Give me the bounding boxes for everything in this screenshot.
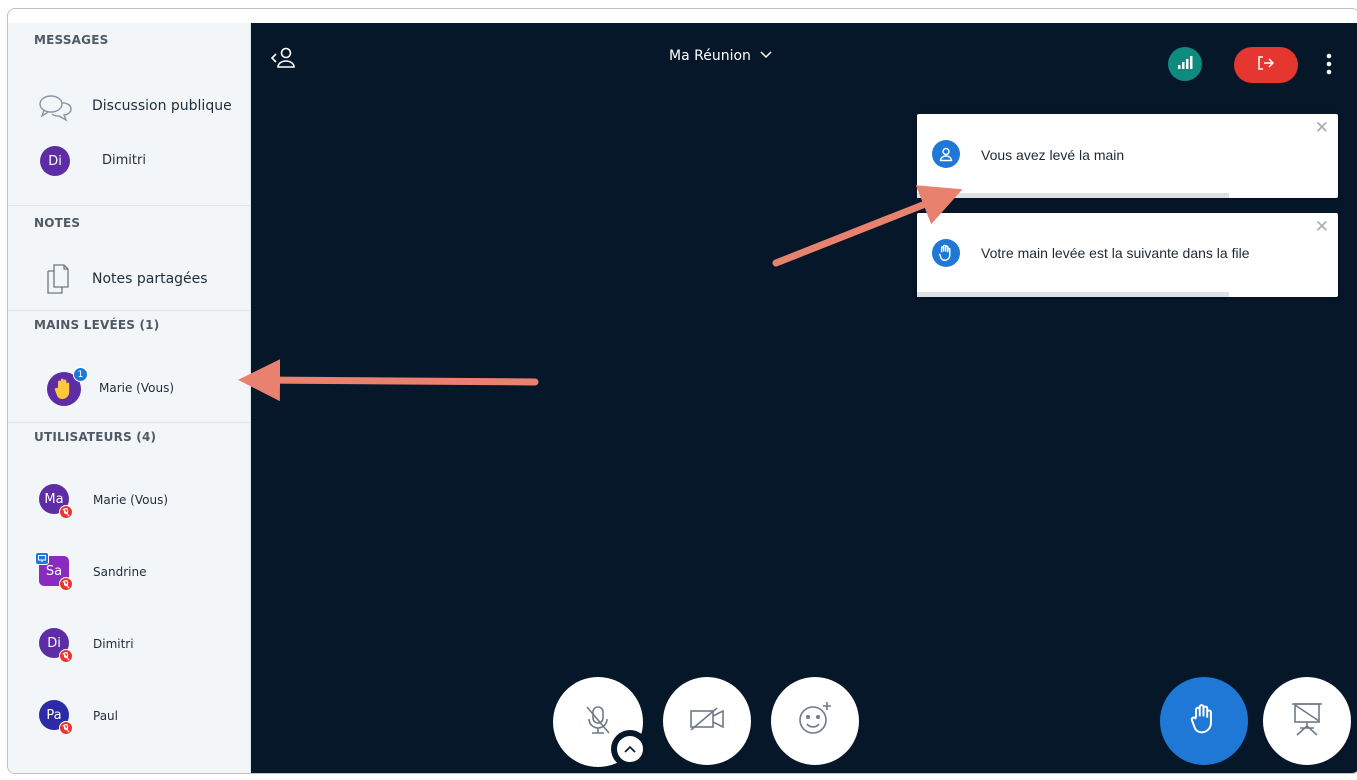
camera-button[interactable] <box>663 677 751 765</box>
section-title-raised-hands: MAINS LEVÉES (1) <box>34 318 160 332</box>
sidebar: MESSAGES Discussion publique Di Dimitri … <box>8 23 251 773</box>
toast-message: Votre main levée est la suivante dans la… <box>981 245 1250 261</box>
toast-message: Vous avez levé la main <box>981 147 1125 163</box>
user-list-item[interactable]: Pa Paul <box>8 691 251 743</box>
user-list-item[interactable]: Di Dimitri <box>8 619 251 671</box>
mic-muted-icon <box>59 577 73 591</box>
section-title-notes: NOTES <box>34 216 81 230</box>
sidebar-item-label: Notes partagées <box>92 271 208 287</box>
raised-hand-icon <box>932 239 960 267</box>
toast-progress <box>917 193 1229 198</box>
chevron-up-icon <box>615 734 645 764</box>
sidebar-item-raised-hand-marie[interactable]: 1 Marie (Vous) <box>8 363 251 415</box>
divider <box>8 422 251 423</box>
chat-bubbles-icon <box>38 93 72 127</box>
meeting-title: Ma Réunion <box>669 48 751 64</box>
user-name: Marie (Vous) <box>93 493 169 507</box>
meeting-area: Ma Réunion Vous avez levé la main ✕ Votr… <box>251 23 1357 773</box>
camera-off-icon <box>687 704 727 739</box>
raise-hand-button[interactable] <box>1160 677 1248 765</box>
reactions-button[interactable] <box>771 677 859 765</box>
emoji-add-icon <box>796 700 834 743</box>
sidebar-item-label: Marie (Vous) <box>99 381 175 395</box>
user-list-item[interactable]: Ma Marie (Vous) <box>8 475 251 527</box>
leave-meeting-button[interactable] <box>1234 47 1298 83</box>
user-name: Dimitri <box>93 637 134 651</box>
sidebar-item-dimitri-chat[interactable]: Di Dimitri <box>8 135 251 187</box>
sidebar-item-public-chat[interactable]: Discussion publique <box>8 81 251 133</box>
mic-muted-icon <box>581 703 615 742</box>
section-title-messages: MESSAGES <box>34 33 109 47</box>
document-icon <box>46 263 70 299</box>
user-icon <box>932 140 960 168</box>
audio-options-button[interactable] <box>611 730 649 768</box>
mic-muted-icon <box>59 649 73 663</box>
section-title-users: UTILISATEURS (4) <box>34 430 157 444</box>
logout-icon <box>1257 55 1275 76</box>
toggle-userlist-icon[interactable] <box>269 45 299 76</box>
user-name: Sandrine <box>93 565 147 579</box>
signal-bars-icon <box>1176 54 1194 75</box>
more-options-icon[interactable] <box>1326 53 1332 80</box>
toast-notification: Vous avez levé la main ✕ <box>917 114 1338 198</box>
presentation-button[interactable] <box>1263 677 1351 765</box>
sidebar-item-label: Dimitri <box>102 153 146 168</box>
mic-muted-icon <box>59 721 73 735</box>
chevron-down-icon <box>759 48 773 64</box>
sidebar-item-shared-notes[interactable]: Notes partagées <box>8 253 251 305</box>
app-window: MESSAGES Discussion publique Di Dimitri … <box>7 8 1357 774</box>
close-icon[interactable]: ✕ <box>1315 118 1329 138</box>
divider <box>8 310 251 311</box>
presenter-icon <box>35 552 49 565</box>
meeting-title-dropdown[interactable]: Ma Réunion <box>669 48 773 64</box>
presentation-icon <box>1289 700 1325 743</box>
sidebar-item-label: Discussion publique <box>92 98 232 114</box>
divider <box>8 205 251 206</box>
connection-status-button[interactable] <box>1168 47 1202 81</box>
user-list-item[interactable]: Sa Sandrine <box>8 547 251 599</box>
mic-muted-icon <box>59 505 73 519</box>
user-name: Paul <box>93 709 118 723</box>
toast-progress <box>917 292 1229 297</box>
queue-position-badge: 1 <box>73 367 88 382</box>
close-icon[interactable]: ✕ <box>1315 217 1329 237</box>
toast-notification: Votre main levée est la suivante dans la… <box>917 213 1338 297</box>
avatar: Di <box>40 146 70 176</box>
raised-hand-icon <box>1189 703 1219 740</box>
